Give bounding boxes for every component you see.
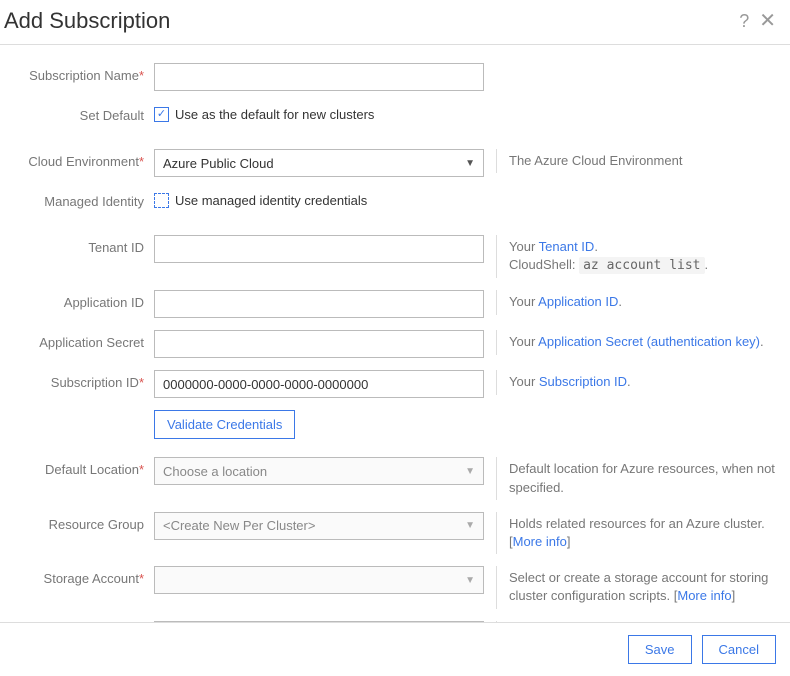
chevron-down-icon: ▼ (465, 158, 475, 169)
label-application-secret: Application Secret (14, 330, 154, 350)
tenant-id-link[interactable]: Tenant ID (539, 239, 595, 254)
label-storage-account: Storage Account* (14, 566, 154, 586)
resource-group-select[interactable]: <Create New Per Cluster> ▼ (154, 512, 484, 540)
application-id-input[interactable] (154, 290, 484, 318)
label-managed-identity: Managed Identity (14, 189, 154, 209)
row-storage-account: Storage Account* ▼ Select or create a st… (14, 566, 776, 608)
storage-account-more-info-link[interactable]: More info (677, 588, 731, 603)
dialog-header: Add Subscription ? ✕ (0, 0, 790, 45)
storage-account-select[interactable]: ▼ (154, 566, 484, 594)
chevron-down-icon: ▼ (465, 520, 475, 531)
add-subscription-dialog: Add Subscription ? ✕ Subscription Name* … (0, 0, 790, 676)
row-validate: Validate Credentials (14, 410, 776, 439)
row-application-id: Application ID Your Application ID. (14, 290, 776, 318)
set-default-checkbox-label: Use as the default for new clusters (175, 107, 374, 122)
default-location-value: Choose a location (163, 464, 267, 479)
cloudshell-command: az account list (579, 257, 704, 274)
row-resource-group: Resource Group <Create New Per Cluster> … (14, 512, 776, 554)
cloud-environment-value: Azure Public Cloud (163, 156, 274, 171)
close-icon[interactable]: ✕ (759, 11, 776, 31)
subscription-name-input[interactable] (154, 63, 484, 91)
label-application-id: Application ID (14, 290, 154, 310)
application-secret-input[interactable] (154, 330, 484, 358)
row-cloud-environment: Cloud Environment* Azure Public Cloud ▼ … (14, 149, 776, 177)
application-secret-link[interactable]: Application Secret (authentication key) (538, 334, 760, 349)
help-default-location: Default location for Azure resources, wh… (496, 457, 776, 499)
label-tenant-id: Tenant ID (14, 235, 154, 255)
row-set-default: Set Default ✓ Use as the default for new… (14, 103, 776, 131)
label-subscription-id: Subscription ID* (14, 370, 154, 390)
label-subscription-name: Subscription Name* (14, 63, 154, 83)
chevron-down-icon: ▼ (465, 575, 475, 586)
row-subscription-name: Subscription Name* (14, 63, 776, 91)
cancel-button[interactable]: Cancel (702, 635, 776, 664)
tenant-id-input[interactable] (154, 235, 484, 263)
managed-identity-checkbox-label: Use managed identity credentials (175, 193, 367, 208)
unchecked-icon (154, 193, 169, 208)
label-set-default: Set Default (14, 103, 154, 123)
resource-group-more-info-link[interactable]: More info (513, 534, 567, 549)
set-default-checkbox[interactable]: ✓ Use as the default for new clusters (154, 103, 484, 122)
row-subscription-id: Subscription ID* Your Subscription ID. (14, 370, 776, 398)
chevron-down-icon: ▼ (465, 466, 475, 477)
help-application-id: Your Application ID. (496, 290, 776, 314)
row-default-location: Default Location* Choose a location ▼ De… (14, 457, 776, 499)
dialog-content: Subscription Name* Set Default ✓ Use as … (0, 45, 790, 622)
help-tenant-id: Your Tenant ID. CloudShell: az account l… (496, 235, 776, 278)
label-resource-group: Resource Group (14, 512, 154, 532)
dialog-title: Add Subscription (4, 8, 170, 34)
default-location-select[interactable]: Choose a location ▼ (154, 457, 484, 485)
row-tenant-id: Tenant ID Your Tenant ID. CloudShell: az… (14, 235, 776, 278)
row-application-secret: Application Secret Your Application Secr… (14, 330, 776, 358)
row-managed-identity: Managed Identity Use managed identity cr… (14, 189, 776, 217)
help-application-secret: Your Application Secret (authentication … (496, 330, 776, 354)
dialog-footer: Save Cancel (0, 622, 790, 676)
label-default-location: Default Location* (14, 457, 154, 477)
application-id-link[interactable]: Application ID (538, 294, 618, 309)
help-storage-account: Select or create a storage account for s… (496, 566, 776, 608)
subscription-id-link[interactable]: Subscription ID (539, 374, 627, 389)
label-cloud-environment: Cloud Environment* (14, 149, 154, 169)
help-icon[interactable]: ? (739, 12, 749, 30)
help-cloud-environment: The Azure Cloud Environment (496, 149, 776, 173)
help-subscription-id: Your Subscription ID. (496, 370, 776, 394)
resource-group-value: <Create New Per Cluster> (163, 518, 315, 533)
check-icon: ✓ (154, 107, 169, 122)
validate-credentials-button[interactable]: Validate Credentials (154, 410, 295, 439)
subscription-id-input[interactable] (154, 370, 484, 398)
managed-identity-checkbox[interactable]: Use managed identity credentials (154, 189, 484, 208)
save-button[interactable]: Save (628, 635, 692, 664)
cloud-environment-select[interactable]: Azure Public Cloud ▼ (154, 149, 484, 177)
header-icons: ? ✕ (739, 11, 776, 31)
help-resource-group: Holds related resources for an Azure clu… (496, 512, 776, 554)
